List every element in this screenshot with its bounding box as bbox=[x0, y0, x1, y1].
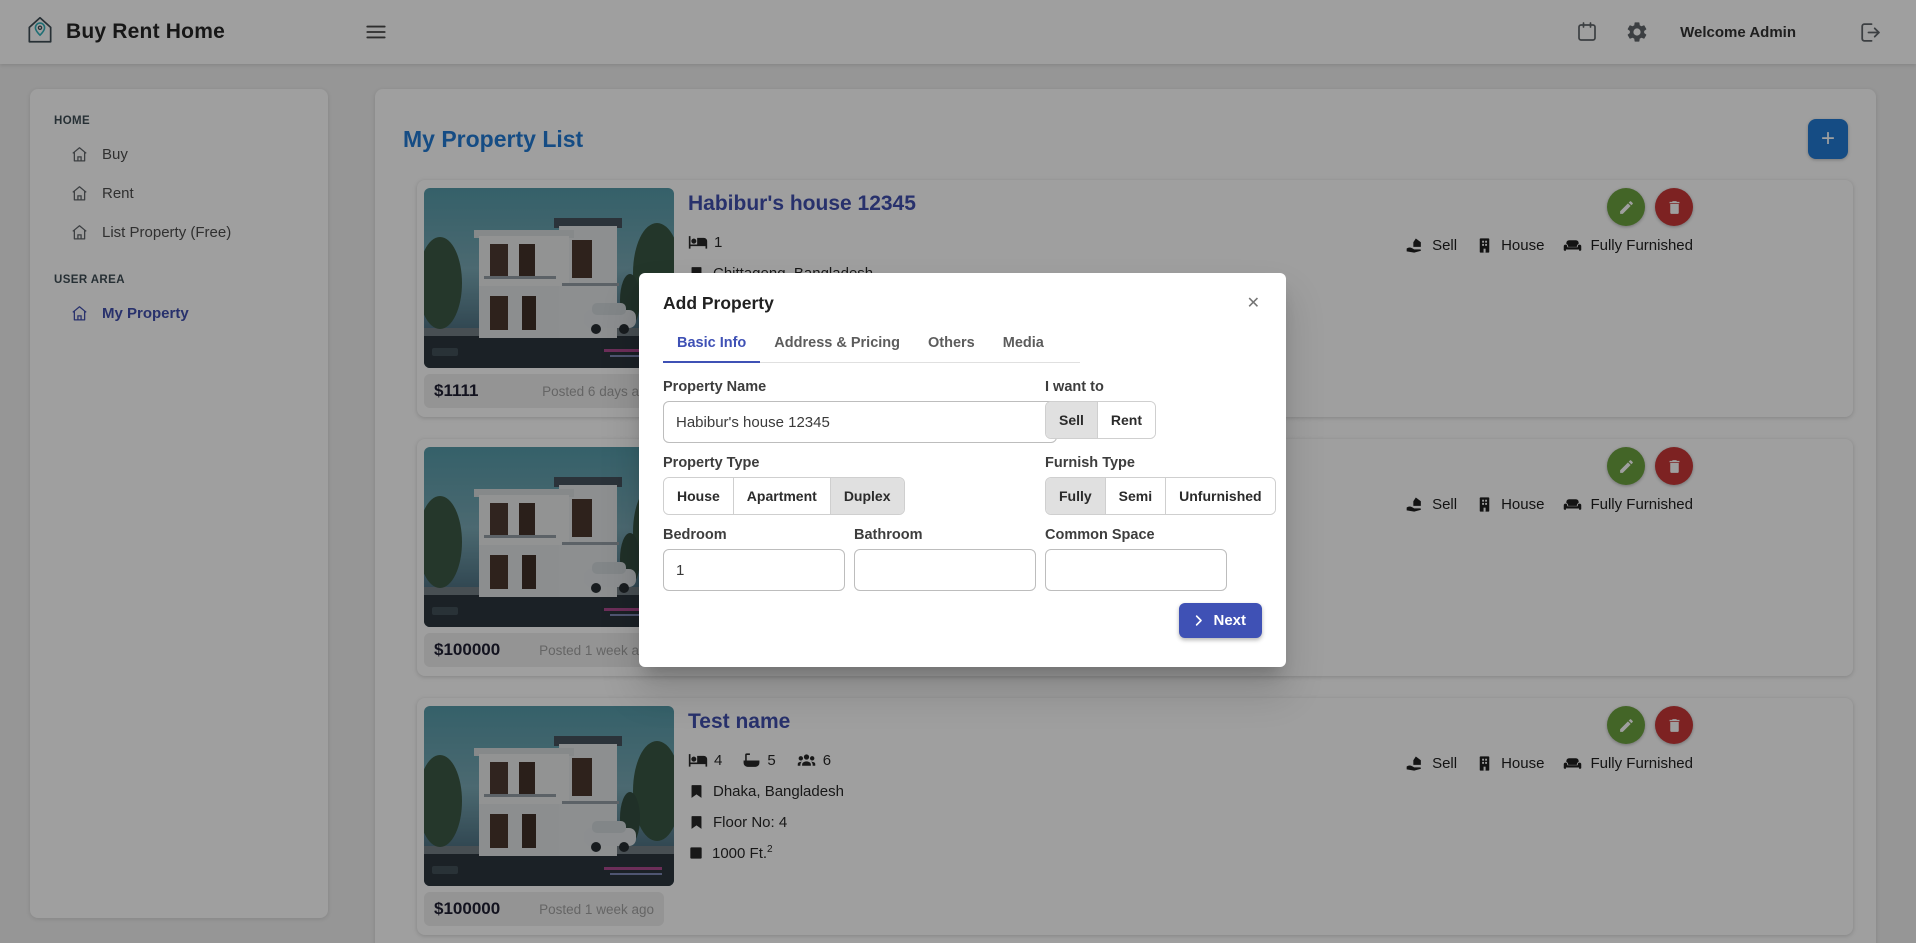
next-button[interactable]: Next bbox=[1179, 603, 1262, 638]
duplex-toggle[interactable]: Duplex bbox=[830, 478, 904, 514]
unfurnished-toggle[interactable]: Unfurnished bbox=[1165, 478, 1274, 514]
rent-toggle[interactable]: Rent bbox=[1097, 402, 1155, 438]
bedroom-label: Bedroom bbox=[663, 527, 854, 543]
next-button-label: Next bbox=[1213, 612, 1246, 629]
bathroom-label: Bathroom bbox=[854, 527, 1045, 543]
property-type-toggle: House Apartment Duplex bbox=[663, 477, 905, 515]
bathroom-input[interactable] bbox=[854, 549, 1036, 591]
fully-toggle[interactable]: Fully bbox=[1046, 478, 1105, 514]
tab-address-pricing[interactable]: Address & Pricing bbox=[760, 324, 914, 362]
tab-media[interactable]: Media bbox=[989, 324, 1058, 362]
tab-others[interactable]: Others bbox=[914, 324, 989, 362]
chevron-right-icon bbox=[1191, 613, 1206, 628]
common-space-input[interactable] bbox=[1045, 549, 1227, 591]
furnish-type-label: Furnish Type bbox=[1045, 455, 1261, 471]
property-name-input[interactable] bbox=[663, 401, 1057, 443]
property-type-label: Property Type bbox=[663, 455, 1045, 471]
semi-toggle[interactable]: Semi bbox=[1105, 478, 1165, 514]
bedroom-input[interactable] bbox=[663, 549, 845, 591]
apartment-toggle[interactable]: Apartment bbox=[733, 478, 830, 514]
i-want-to-toggle: Sell Rent bbox=[1045, 401, 1156, 439]
close-button[interactable]: ✕ bbox=[1245, 294, 1262, 314]
property-name-label: Property Name bbox=[663, 379, 1045, 395]
basic-info-form: Property Name I want to Sell Rent Proper… bbox=[663, 379, 1262, 591]
tab-basic-info[interactable]: Basic Info bbox=[663, 324, 760, 362]
furnish-type-toggle: Fully Semi Unfurnished bbox=[1045, 477, 1276, 515]
house-toggle[interactable]: House bbox=[664, 478, 733, 514]
modal-tabs: Basic Info Address & Pricing Others Medi… bbox=[663, 324, 1080, 363]
modal-title: Add Property bbox=[663, 293, 774, 314]
sell-toggle[interactable]: Sell bbox=[1046, 402, 1097, 438]
i-want-to-label: I want to bbox=[1045, 379, 1261, 395]
add-property-modal: Add Property ✕ Basic Info Address & Pric… bbox=[639, 273, 1286, 667]
common-space-label: Common Space bbox=[1045, 527, 1261, 543]
